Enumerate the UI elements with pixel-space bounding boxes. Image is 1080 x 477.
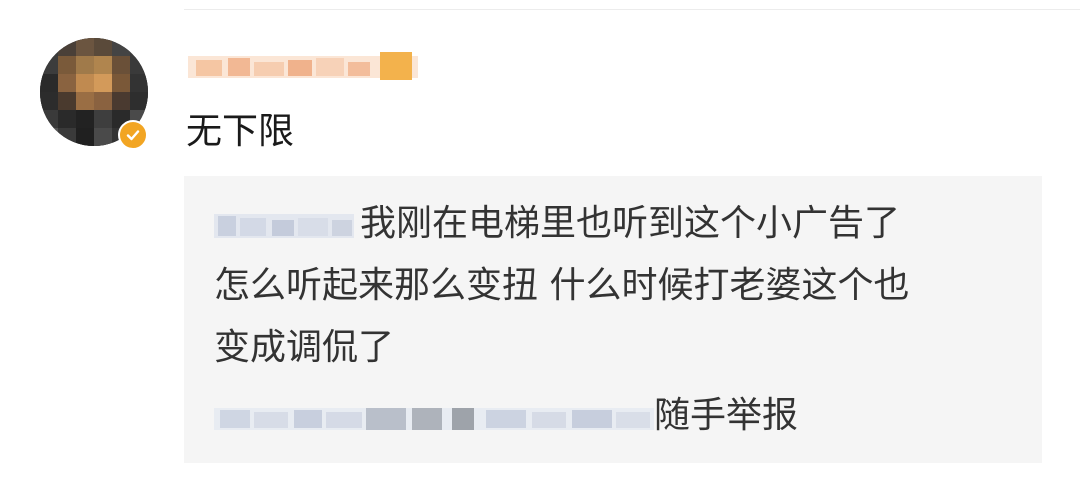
comment-thread: 无下限 我刚在电梯里也听到这个小广告了 怎么听起来那么变扭 什么时候打老婆这个也… <box>0 0 1080 477</box>
username-redacted[interactable] <box>188 46 418 86</box>
reply-text-line-1: 我刚在电梯里也听到这个小广告了 <box>360 203 901 244</box>
reply-text-line-3: 变成调侃了 <box>214 327 395 368</box>
verified-check-icon <box>126 130 140 141</box>
verified-badge <box>118 120 148 150</box>
comment-text: 无下限 <box>186 111 295 152</box>
reply-text-line-2: 怎么听起来那么变扭 什么时候打老婆这个也 <box>214 265 910 306</box>
reply-participants-redacted[interactable] <box>214 398 654 438</box>
reply-username-redacted[interactable] <box>214 206 354 244</box>
report-button[interactable]: 随手举报 <box>654 392 798 440</box>
divider <box>184 9 1080 10</box>
reply-box[interactable]: 我刚在电梯里也听到这个小广告了 怎么听起来那么变扭 什么时候打老婆这个也 变成调… <box>184 176 1042 463</box>
